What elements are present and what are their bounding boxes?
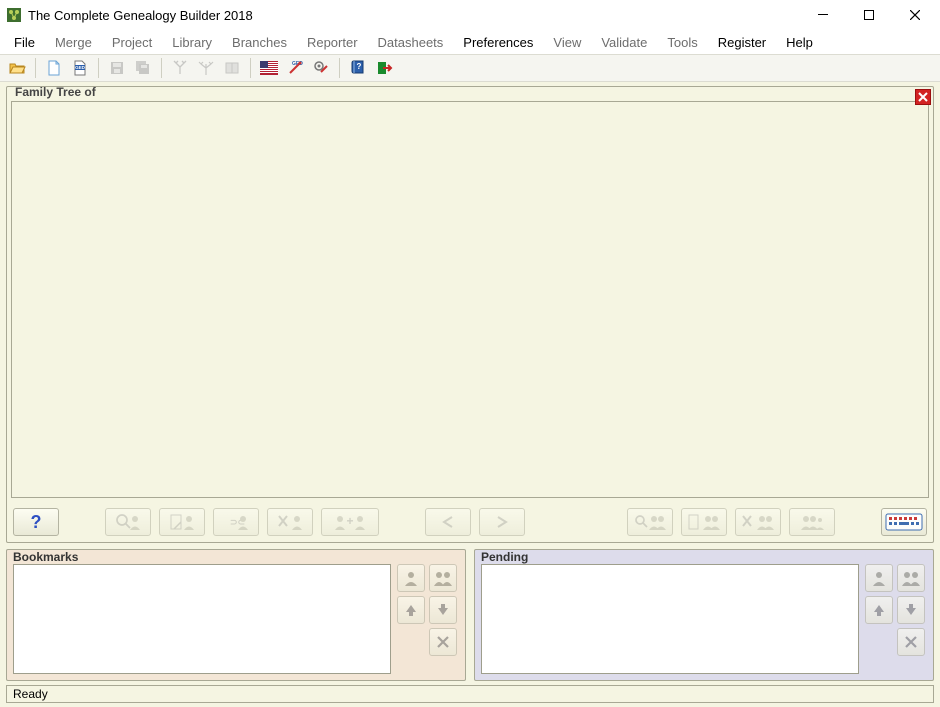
flag-us-icon[interactable]: [258, 57, 280, 79]
book-icon: [221, 57, 243, 79]
find-person-button: [105, 508, 151, 536]
nav-back-button: [425, 508, 471, 536]
save-all-icon: [132, 57, 154, 79]
delete-family-button: [735, 508, 781, 536]
status-bar: Ready: [0, 681, 940, 707]
keyboard-button[interactable]: [881, 508, 927, 536]
menu-help[interactable]: Help: [776, 33, 823, 52]
bookmarks-list[interactable]: [13, 564, 391, 674]
bookmarks-add-person-button: [397, 564, 425, 592]
family-tree-close-button[interactable]: [915, 89, 931, 105]
bookmarks-move-down-button: [429, 596, 457, 624]
exit-icon[interactable]: [373, 57, 395, 79]
delete-person-button: [267, 508, 313, 536]
nav-forward-button: [479, 508, 525, 536]
menu-file[interactable]: File: [4, 33, 45, 52]
bookmarks-move-up-button: [397, 596, 425, 624]
menu-datasheets: Datasheets: [368, 33, 454, 52]
help-button[interactable]: ?: [13, 508, 59, 536]
bookmarks-remove-button: [429, 628, 457, 656]
edit-person-button: [159, 508, 205, 536]
menu-project: Project: [102, 33, 162, 52]
bottom-panels: Bookmarks Pending: [6, 549, 934, 681]
menu-validate: Validate: [591, 33, 657, 52]
pending-add-person-button: [865, 564, 893, 592]
menu-view: View: [543, 33, 591, 52]
ged-wand-icon[interactable]: GED: [284, 57, 306, 79]
open-icon[interactable]: [6, 57, 28, 79]
pending-move-down-button: [897, 596, 925, 624]
help-book-icon[interactable]: ?: [347, 57, 369, 79]
work-area: Family Tree of ? ⊃⊂ +: [0, 82, 940, 681]
family-tree-caption: Family Tree of: [13, 85, 98, 99]
bookmarks-panel: Bookmarks: [6, 549, 466, 681]
pending-list[interactable]: [481, 564, 859, 674]
bookmarks-add-couple-button: [429, 564, 457, 592]
menu-preferences[interactable]: Preferences: [453, 33, 543, 52]
family-tree-panel: Family Tree of ? ⊃⊂ +: [6, 86, 934, 543]
close-button[interactable]: [892, 0, 938, 30]
pending-panel: Pending: [474, 549, 934, 681]
family-tree-toolbar: ? ⊃⊂ +: [7, 502, 933, 542]
ged-file-icon[interactable]: GED: [69, 57, 91, 79]
svg-text:+: +: [346, 514, 353, 528]
pending-caption: Pending: [481, 550, 528, 564]
save-icon: [106, 57, 128, 79]
svg-text:?: ?: [31, 512, 42, 532]
pending-add-couple-button: [897, 564, 925, 592]
svg-text:?: ?: [357, 62, 362, 71]
menu-library: Library: [162, 33, 222, 52]
window-title: The Complete Genealogy Builder 2018: [28, 8, 253, 23]
maximize-button[interactable]: [846, 0, 892, 30]
edit-family-button: [681, 508, 727, 536]
menu-register[interactable]: Register: [708, 33, 776, 52]
menu-merge: Merge: [45, 33, 102, 52]
tree-full-icon: [195, 57, 217, 79]
add-couple-button: +: [321, 508, 379, 536]
pending-remove-button: [897, 628, 925, 656]
menu-tools: Tools: [657, 33, 707, 52]
family-group-button: [789, 508, 835, 536]
tree-branch-icon: [169, 57, 191, 79]
pending-move-up-button: [865, 596, 893, 624]
app-icon: [6, 7, 22, 23]
svg-text:GED: GED: [75, 65, 86, 70]
link-person-button: ⊃⊂: [213, 508, 259, 536]
family-tree-canvas[interactable]: [11, 101, 929, 498]
menu-reporter: Reporter: [297, 33, 368, 52]
main-toolbar: GED GED ?: [0, 54, 940, 82]
menu-bar: File Merge Project Library Branches Repo…: [0, 30, 940, 54]
title-bar: The Complete Genealogy Builder 2018: [0, 0, 940, 30]
find-family-button: [627, 508, 673, 536]
gear-wand-icon[interactable]: [310, 57, 332, 79]
minimize-button[interactable]: [800, 0, 846, 30]
menu-branches: Branches: [222, 33, 297, 52]
new-file-icon[interactable]: [43, 57, 65, 79]
status-text: Ready: [6, 685, 934, 703]
bookmarks-caption: Bookmarks: [13, 550, 78, 564]
